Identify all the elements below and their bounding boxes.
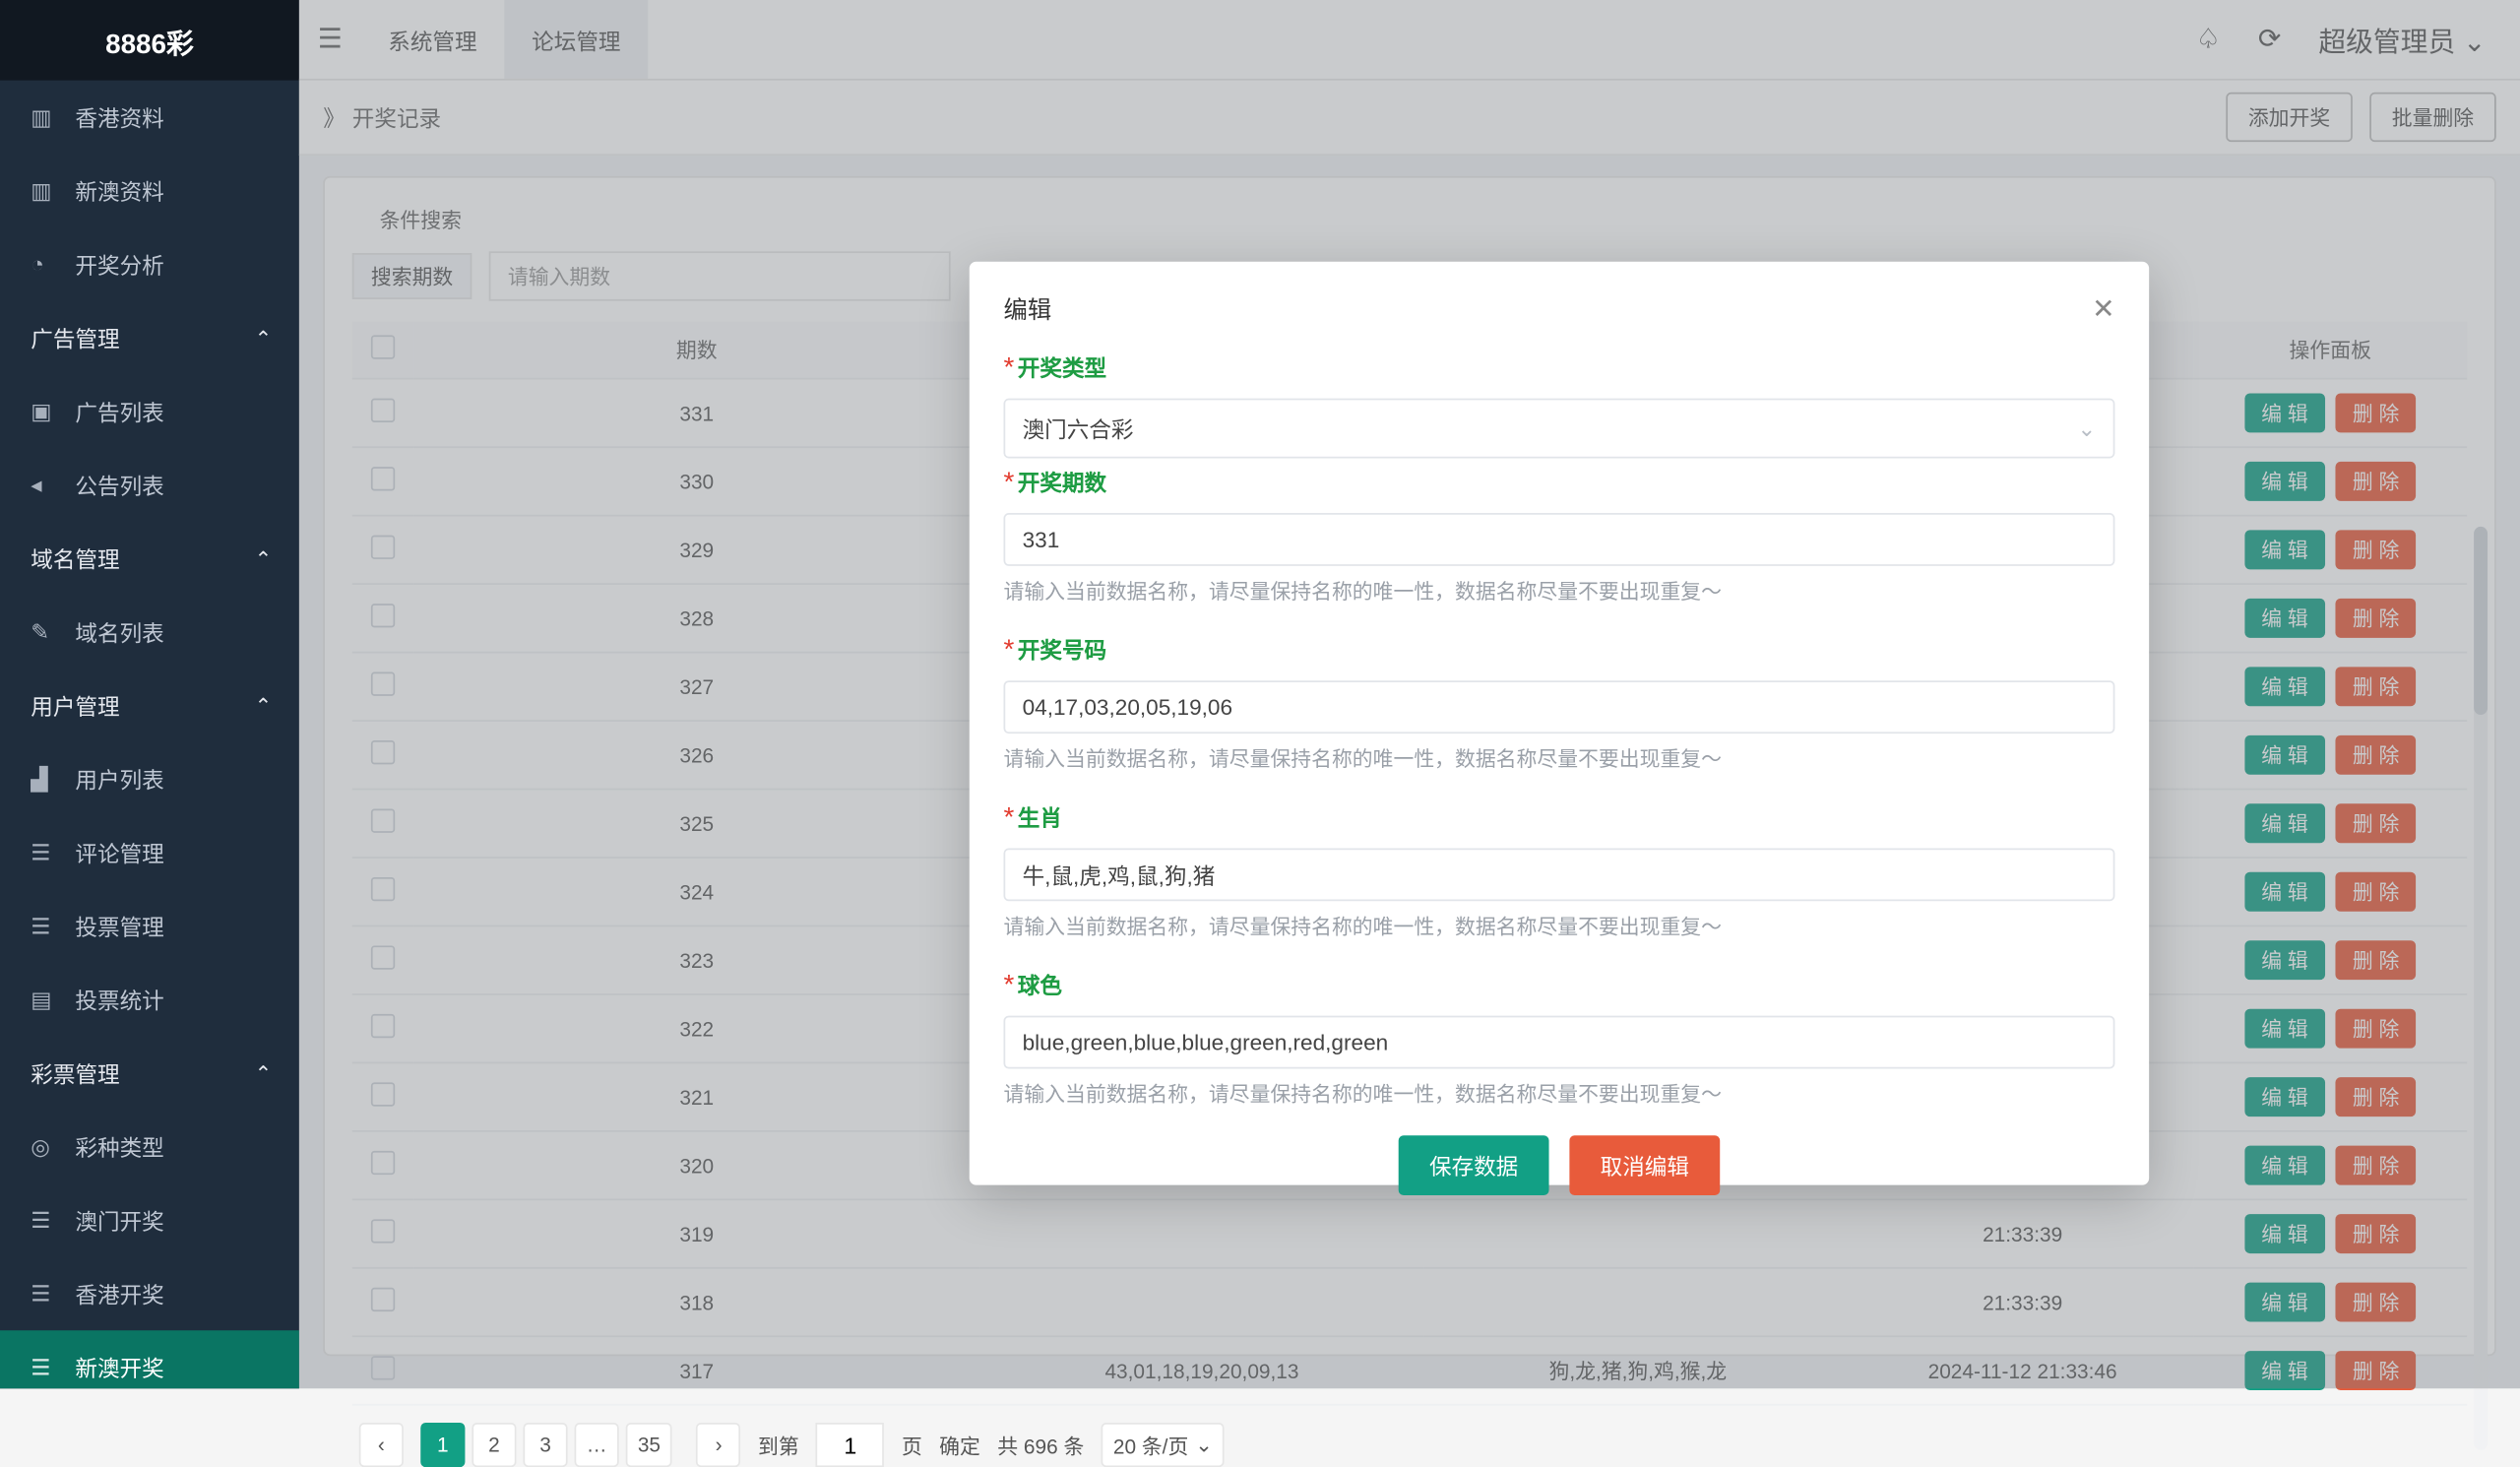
chevron-up-icon: ⌃: [255, 693, 272, 717]
field-zodiac-label: 生肖: [1018, 805, 1062, 831]
field-period-label: 开奖期数: [1018, 471, 1106, 496]
menu-icon: ▟: [31, 765, 61, 793]
sidebar-item-label: 新澳资料: [75, 174, 163, 207]
page-number[interactable]: 1: [420, 1423, 465, 1467]
period-input[interactable]: [1004, 513, 2115, 566]
menu-icon: ▥: [31, 177, 61, 205]
color-hint: 请输入当前数据名称，请尽量保持名称的唯一性，数据名称尽量不要出现重复～: [1004, 1079, 2115, 1109]
chevron-down-icon: ⌄: [2077, 415, 2096, 442]
menu-icon: ◔: [31, 251, 61, 277]
page-prev[interactable]: ‹: [359, 1423, 404, 1467]
menu-icon: ☰: [31, 913, 61, 940]
menu-icon: ◎: [31, 1133, 61, 1161]
menu-icon: ✎: [31, 618, 61, 646]
field-type-label: 开奖类型: [1018, 355, 1106, 381]
page-number[interactable]: 35: [626, 1423, 673, 1467]
total-count: 共 696 条: [997, 1431, 1084, 1460]
menu-icon: ☰: [31, 1354, 61, 1381]
sidebar-item[interactable]: ◎ 彩种类型: [0, 1110, 299, 1183]
goto-confirm[interactable]: 确定: [939, 1431, 980, 1460]
sidebar-item-label: 广告列表: [75, 395, 163, 427]
sidebar-item-label: 香港开奖: [75, 1277, 163, 1309]
sidebar-item-label: 域名管理: [31, 542, 119, 575]
sidebar-item-label: 新澳开奖: [75, 1351, 163, 1383]
sidebar-item-label: 澳门开奖: [75, 1204, 163, 1237]
edit-modal: 编辑 ✕ *开奖类型 澳门六合彩 ⌄ *开奖期数 请输入当前数据名称，请尽量保持…: [970, 262, 2149, 1185]
sidebar-item[interactable]: ◔ 开奖分析: [0, 227, 299, 301]
sidebar-item-label: 投票统计: [75, 984, 163, 1016]
sidebar-item-label: 评论管理: [75, 836, 163, 868]
menu-icon: ▣: [31, 398, 61, 425]
sidebar-item[interactable]: ☰ 评论管理: [0, 815, 299, 889]
sidebar-item[interactable]: ▤ 投票统计: [0, 963, 299, 1037]
sidebar-item[interactable]: ▥ 香港资料: [0, 81, 299, 155]
sidebar-item[interactable]: ☰ 投票管理: [0, 889, 299, 963]
sidebar-item[interactable]: ◂ 公告列表: [0, 448, 299, 522]
page-number[interactable]: 3: [523, 1423, 567, 1467]
menu-icon: ▤: [31, 986, 61, 1013]
sidebar-item[interactable]: ☰ 新澳开奖: [0, 1330, 299, 1388]
sidebar-item-label: 香港资料: [75, 100, 163, 133]
sidebar-group[interactable]: 彩票管理 ⌃: [0, 1037, 299, 1111]
goto-suffix: 页: [902, 1431, 922, 1460]
menu-icon: ☰: [31, 1280, 61, 1308]
chevron-up-icon: ⌃: [255, 546, 272, 570]
zodiac-hint: 请输入当前数据名称，请尽量保持名称的唯一性，数据名称尽量不要出现重复～: [1004, 912, 2115, 941]
save-button[interactable]: 保存数据: [1399, 1135, 1549, 1195]
main: ☰ 系统管理 论坛管理 ♤ ⟳ 超级管理员 ⌄ 》 开奖记录 添加开奖 批量删除…: [299, 0, 2520, 1388]
sidebar-item-label: 公告列表: [75, 469, 163, 501]
sidebar-item[interactable]: ▣ 广告列表: [0, 374, 299, 448]
period-hint: 请输入当前数据名称，请尽量保持名称的唯一性，数据名称尽量不要出现重复～: [1004, 576, 2115, 606]
sidebar-group[interactable]: 用户管理 ⌃: [0, 669, 299, 742]
menu-icon: ☰: [31, 1206, 61, 1234]
close-icon[interactable]: ✕: [2092, 292, 2114, 327]
sidebar-item[interactable]: ☰ 香港开奖: [0, 1257, 299, 1331]
goto-input[interactable]: [816, 1423, 884, 1467]
menu-icon: ☰: [31, 839, 61, 866]
sidebar-item-label: 广告管理: [31, 322, 119, 354]
chevron-down-icon: ⌄: [1195, 1433, 1212, 1456]
chevron-up-icon: ⌃: [255, 326, 272, 350]
sidebar-group[interactable]: 广告管理 ⌃: [0, 301, 299, 375]
sidebar-item-label: 用户管理: [31, 689, 119, 722]
field-codes-label: 开奖号码: [1018, 638, 1106, 664]
field-color-label: 球色: [1018, 973, 1062, 998]
menu-icon: ▥: [31, 103, 61, 131]
codes-hint: 请输入当前数据名称，请尽量保持名称的唯一性，数据名称尽量不要出现重复～: [1004, 744, 2115, 774]
sidebar: 8886彩 ▥ 香港资料 ▥ 新澳资料 ◔ 开奖分析广告管理 ⌃ ▣ 广告列表 ◂ 公告列表域名管理…: [0, 0, 299, 1388]
goto-prefix: 到第: [758, 1431, 799, 1460]
sidebar-item-label: 域名列表: [75, 615, 163, 648]
page-ellipsis: …: [575, 1423, 619, 1467]
page-number[interactable]: 2: [472, 1423, 516, 1467]
app-logo: 8886彩: [0, 0, 299, 81]
type-select[interactable]: 澳门六合彩 ⌄: [1004, 399, 2115, 459]
sidebar-item[interactable]: ✎ 域名列表: [0, 595, 299, 669]
sidebar-item[interactable]: ▟ 用户列表: [0, 742, 299, 816]
sidebar-item-label: 用户列表: [75, 763, 163, 796]
page-next[interactable]: ›: [697, 1423, 741, 1467]
sidebar-item-label: 开奖分析: [75, 248, 163, 281]
chevron-up-icon: ⌃: [255, 1061, 272, 1085]
cancel-button[interactable]: 取消编辑: [1569, 1135, 1720, 1195]
sidebar-item-label: 投票管理: [75, 910, 163, 942]
pagination: ‹ 123…35 › 到第 页 确定 共 696 条 20 条/页 ⌄: [352, 1406, 2467, 1467]
menu-icon: ◂: [31, 471, 61, 498]
sidebar-item[interactable]: ▥ 新澳资料: [0, 154, 299, 227]
sidebar-group[interactable]: 域名管理 ⌃: [0, 522, 299, 596]
page-size-select[interactable]: 20 条/页 ⌄: [1102, 1423, 1225, 1467]
sidebar-item[interactable]: ☰ 澳门开奖: [0, 1183, 299, 1257]
color-input[interactable]: [1004, 1016, 2115, 1069]
codes-input[interactable]: [1004, 680, 2115, 734]
sidebar-item-label: 彩票管理: [31, 1056, 119, 1089]
zodiac-input[interactable]: [1004, 848, 2115, 901]
sidebar-item-label: 彩种类型: [75, 1130, 163, 1163]
modal-title: 编辑: [1004, 292, 1052, 327]
